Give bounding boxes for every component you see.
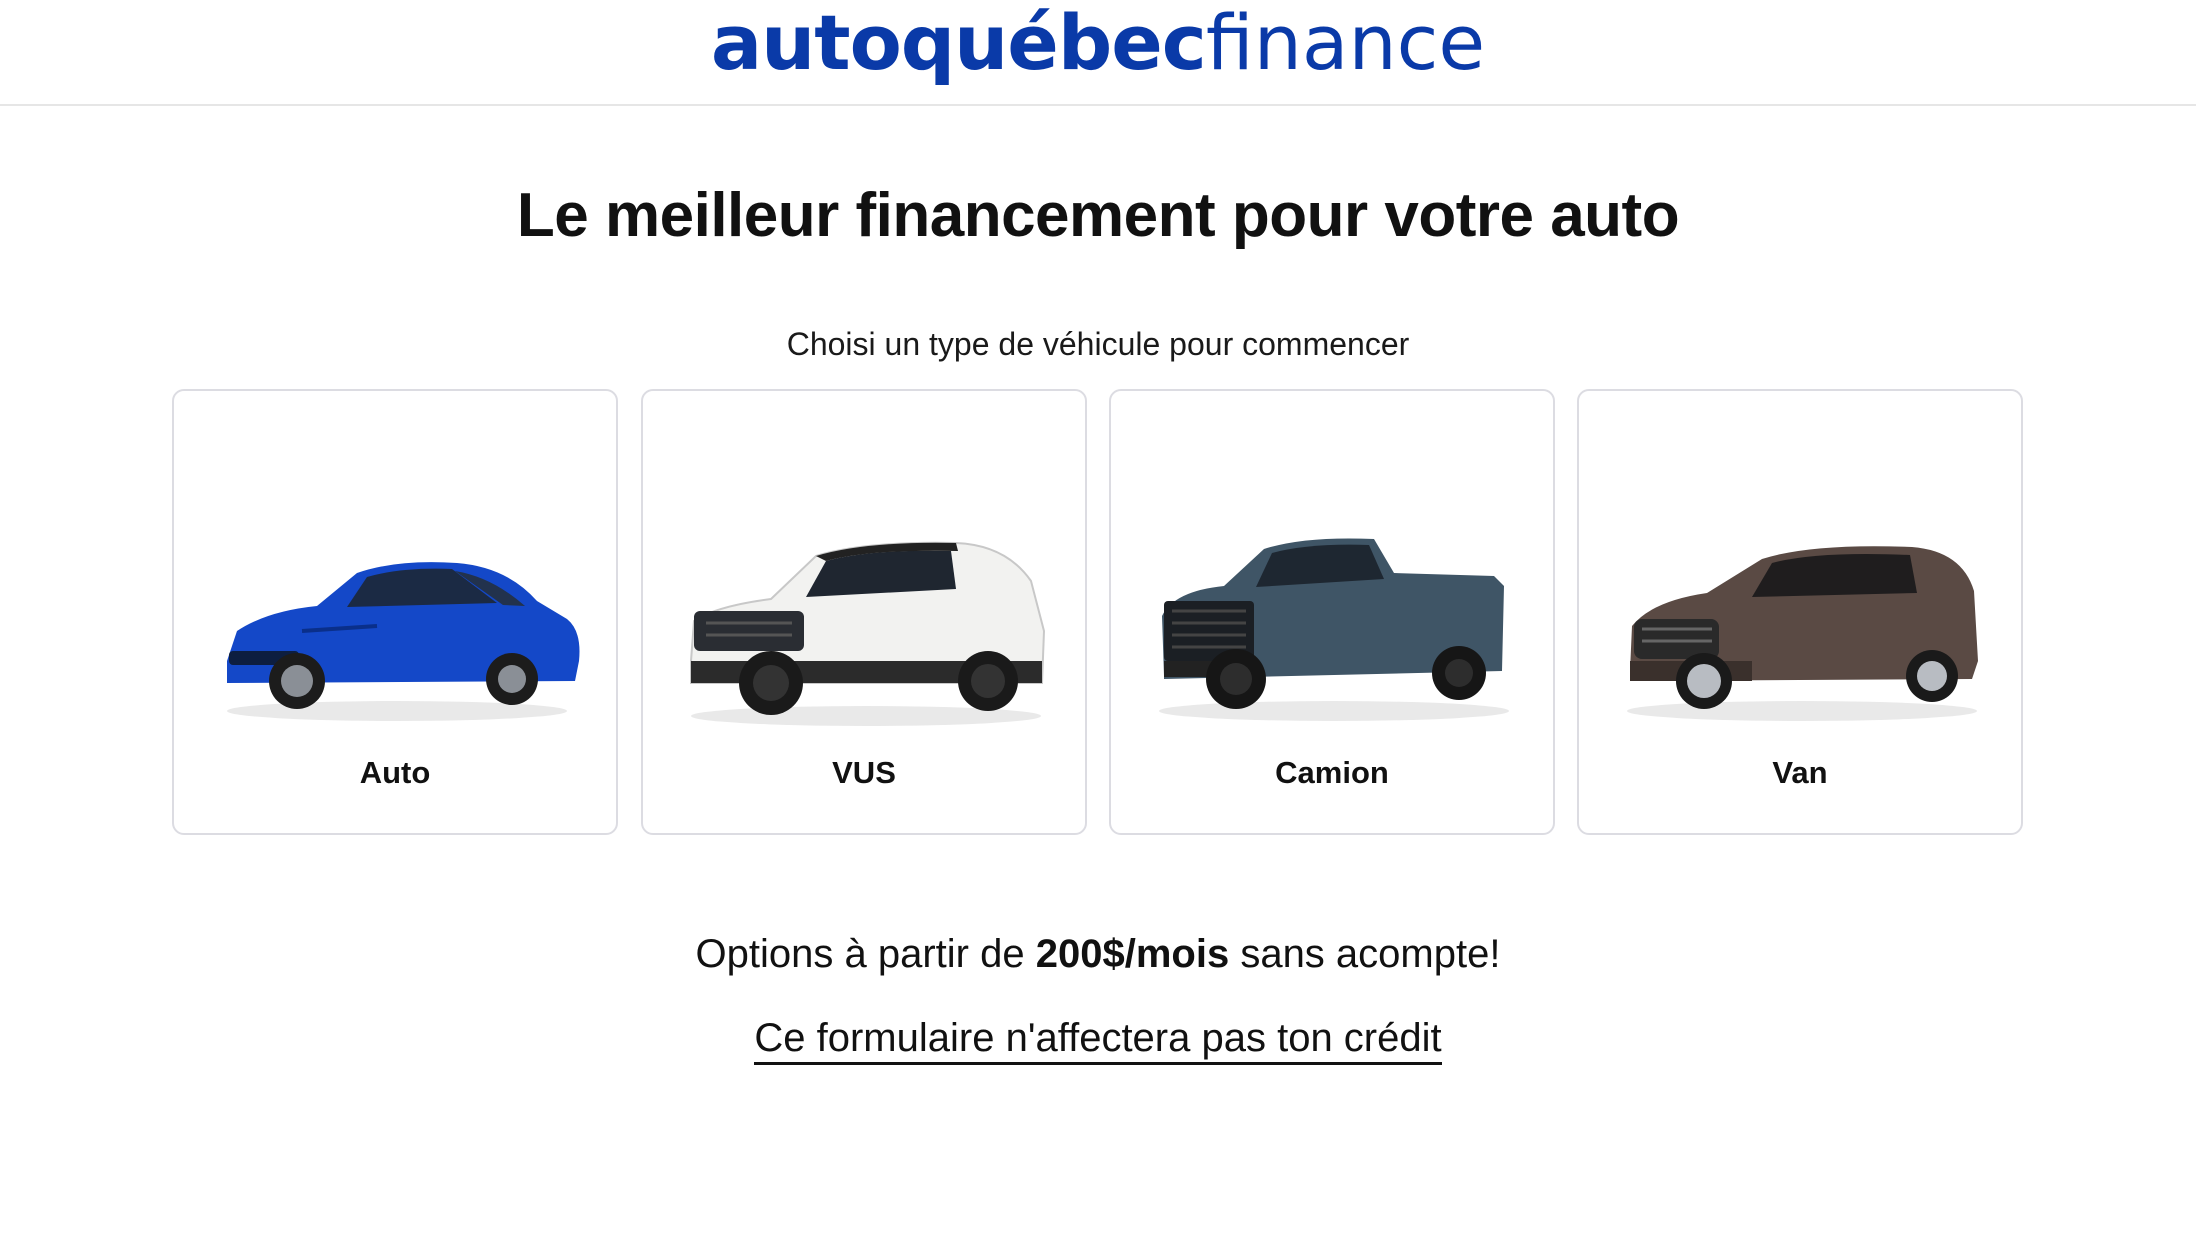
offer-suffix: sans acompte! <box>1229 932 1501 976</box>
vehicle-card-vus[interactable]: VUS <box>641 389 1087 835</box>
suv-image <box>690 541 1046 726</box>
vehicle-card-label: Camion <box>1275 755 1389 790</box>
offer-highlight: 200$/mois <box>1035 932 1230 976</box>
vehicle-card-auto[interactable]: Auto <box>172 389 618 835</box>
site-header: autoquébecfinance <box>0 0 2196 106</box>
offer-prefix: Options à partir de <box>695 932 1036 976</box>
logo-light-text: finance <box>1205 0 1486 87</box>
vehicle-card-label: Van <box>1772 755 1828 790</box>
vehicle-type-selector: Auto VUS Camion Van <box>172 389 2026 839</box>
autoquebec-finance-logo[interactable]: autoquébecfinance <box>711 5 1485 81</box>
credit-notice: Ce formulaire n'affectera pas ton crédit <box>0 1016 2196 1065</box>
credit-notice-link[interactable]: Ce formulaire n'affectera pas ton crédit <box>754 1016 1442 1065</box>
logo-bold-text: autoquébec <box>710 0 1207 87</box>
vehicle-card-van[interactable]: Van <box>1577 389 2023 835</box>
sedan-image <box>227 562 580 721</box>
monthly-offer-text: Options à partir de 200$/mois sans acomp… <box>0 932 2196 977</box>
minivan-image <box>1627 546 1978 721</box>
vehicle-card-label: VUS <box>832 755 896 790</box>
pickup-truck-image <box>1159 538 1509 721</box>
vehicle-card-camion[interactable]: Camion <box>1109 389 1555 835</box>
page-title: Le meilleur financement pour votre auto <box>516 181 1680 250</box>
vehicle-card-label: Auto <box>359 755 431 790</box>
vehicle-type-prompt: Choisi un type de véhicule pour commence… <box>786 326 1410 362</box>
